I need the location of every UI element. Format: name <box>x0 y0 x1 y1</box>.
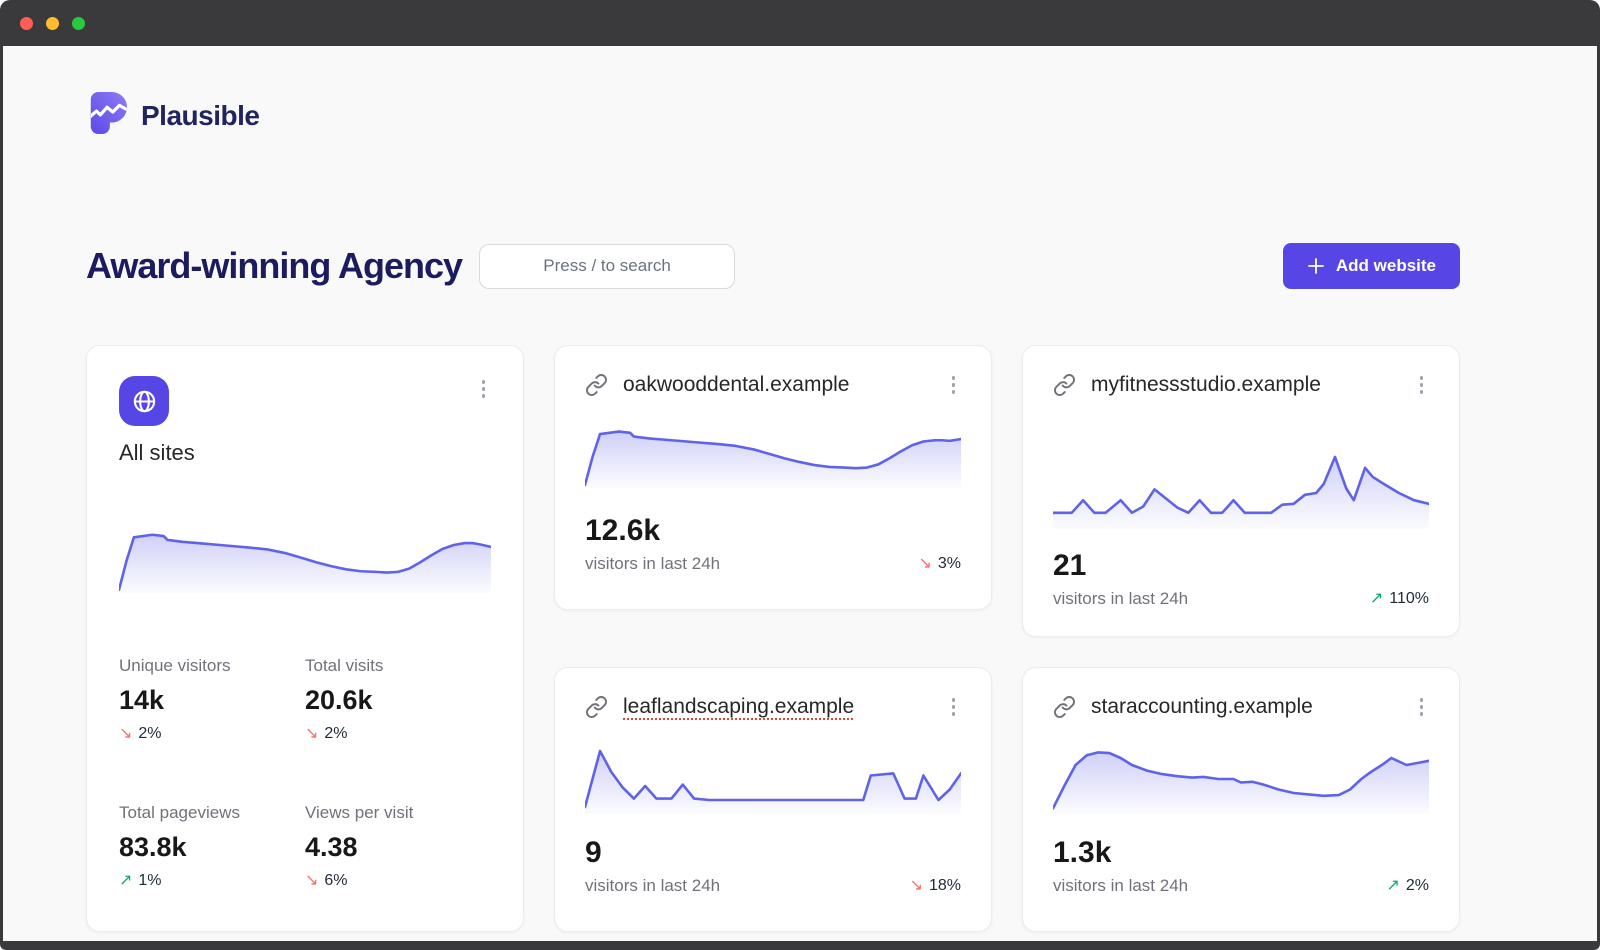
visitor-count: 9 <box>585 836 961 870</box>
dashboard-header: Award-winning Agency Add website <box>86 243 1460 289</box>
trend-percent: 2% <box>1406 877 1429 895</box>
all-sites-title: All sites <box>119 440 491 466</box>
site-card-oakwooddental[interactable]: oakwooddental.example 12.6k visitors in … <box>554 345 992 610</box>
window-titlebar <box>0 0 1600 46</box>
stat-unique-visitors: Unique visitors 14k ↘ 2% <box>119 656 305 743</box>
kebab-menu-icon[interactable] <box>1414 694 1430 720</box>
stat-value: 20.6k <box>305 685 491 716</box>
site-domain: staraccounting.example <box>1091 695 1313 719</box>
all-sites-stats: Unique visitors 14k ↘ 2% Total visits 20… <box>119 656 491 890</box>
sparkline-chart <box>585 426 961 488</box>
globe-icon <box>119 376 169 426</box>
trend-arrow-icon: ↘ <box>119 726 132 742</box>
app-window: Plausible Award-winning Agency Add websi… <box>0 0 1600 950</box>
trend-arrow-icon: ↘ <box>305 873 318 889</box>
visitor-caption: visitors in last 24h <box>1053 876 1188 896</box>
plausible-logo-icon <box>86 90 128 141</box>
trend-percent: 3% <box>938 555 961 573</box>
trend-delta: ↗ 2% <box>1386 877 1429 895</box>
trend-arrow-icon: ↗ <box>1386 878 1399 894</box>
stat-views-per-visit: Views per visit 4.38 ↘ 6% <box>305 803 491 890</box>
zoom-window-button[interactable] <box>72 17 85 30</box>
trend-percent: 18% <box>929 877 961 895</box>
sites-grid: All sites Unique visitors 14k ↘ 2% <box>86 345 1460 932</box>
stat-label: Views per visit <box>305 803 491 823</box>
visitor-caption: visitors in last 24h <box>1053 589 1188 609</box>
plus-icon <box>1307 257 1325 275</box>
sparkline-chart <box>1053 439 1429 529</box>
link-icon <box>1053 695 1076 718</box>
trend-arrow-icon: ↘ <box>305 726 318 742</box>
site-card-leaflandscaping[interactable]: leaflandscaping.example 9 visitors in la… <box>554 667 992 932</box>
kebab-menu-icon[interactable] <box>476 376 492 402</box>
trend-delta: ↗ 1% <box>119 872 305 890</box>
trend-delta: ↗ 110% <box>1370 590 1429 608</box>
stat-label: Unique visitors <box>119 656 305 676</box>
sparkline-chart <box>585 744 961 814</box>
sparkline-chart <box>119 529 491 593</box>
trend-percent: 1% <box>138 872 161 890</box>
stat-total-visits: Total visits 20.6k ↘ 2% <box>305 656 491 743</box>
visitor-caption: visitors in last 24h <box>585 554 720 574</box>
stat-label: Total pageviews <box>119 803 305 823</box>
link-icon <box>1053 373 1076 396</box>
trend-percent: 110% <box>1389 590 1429 608</box>
site-card-staraccounting[interactable]: staraccounting.example 1.3k visitors in … <box>1022 667 1460 932</box>
add-website-label: Add website <box>1336 256 1436 276</box>
link-icon <box>585 373 608 396</box>
trend-percent: 2% <box>138 725 161 743</box>
add-website-button[interactable]: Add website <box>1283 243 1460 289</box>
plausible-logo[interactable]: Plausible <box>86 90 1460 141</box>
close-window-button[interactable] <box>20 17 33 30</box>
link-icon <box>585 695 608 718</box>
trend-delta: ↘ 3% <box>918 555 961 573</box>
minimize-window-button[interactable] <box>46 17 59 30</box>
stat-value: 14k <box>119 685 305 716</box>
all-sites-card[interactable]: All sites Unique visitors 14k ↘ 2% <box>86 345 524 932</box>
trend-delta: ↘ 2% <box>119 725 305 743</box>
stat-total-pageviews: Total pageviews 83.8k ↗ 1% <box>119 803 305 890</box>
brand-wordmark: Plausible <box>141 100 259 132</box>
trend-arrow-icon: ↗ <box>1370 591 1383 607</box>
site-domain: oakwooddental.example <box>623 373 850 397</box>
trend-arrow-icon: ↗ <box>119 873 132 889</box>
visitor-count: 21 <box>1053 549 1429 583</box>
trend-arrow-icon: ↘ <box>910 878 923 894</box>
trend-delta: ↘ 18% <box>910 877 961 895</box>
site-domain: myfitnessstudio.example <box>1091 373 1321 397</box>
visitor-caption: visitors in last 24h <box>585 876 720 896</box>
visitor-count: 1.3k <box>1053 836 1429 870</box>
trend-percent: 2% <box>324 725 347 743</box>
page-content: Plausible Award-winning Agency Add websi… <box>3 46 1597 941</box>
trend-delta: ↘ 2% <box>305 725 491 743</box>
kebab-menu-icon[interactable] <box>1414 372 1430 398</box>
stat-value: 4.38 <box>305 832 491 863</box>
visitor-count: 12.6k <box>585 514 961 548</box>
stat-label: Total visits <box>305 656 491 676</box>
kebab-menu-icon[interactable] <box>946 694 962 720</box>
site-card-myfitnessstudio[interactable]: myfitnessstudio.example 21 visitors in l… <box>1022 345 1460 637</box>
kebab-menu-icon[interactable] <box>946 372 962 398</box>
trend-delta: ↘ 6% <box>305 872 491 890</box>
search-input[interactable] <box>479 244 735 289</box>
site-domain: leaflandscaping.example <box>623 695 854 719</box>
trend-percent: 6% <box>324 872 347 890</box>
trend-arrow-icon: ↘ <box>918 556 931 572</box>
page-title: Award-winning Agency <box>86 245 462 287</box>
sparkline-chart <box>1053 744 1429 814</box>
stat-value: 83.8k <box>119 832 305 863</box>
